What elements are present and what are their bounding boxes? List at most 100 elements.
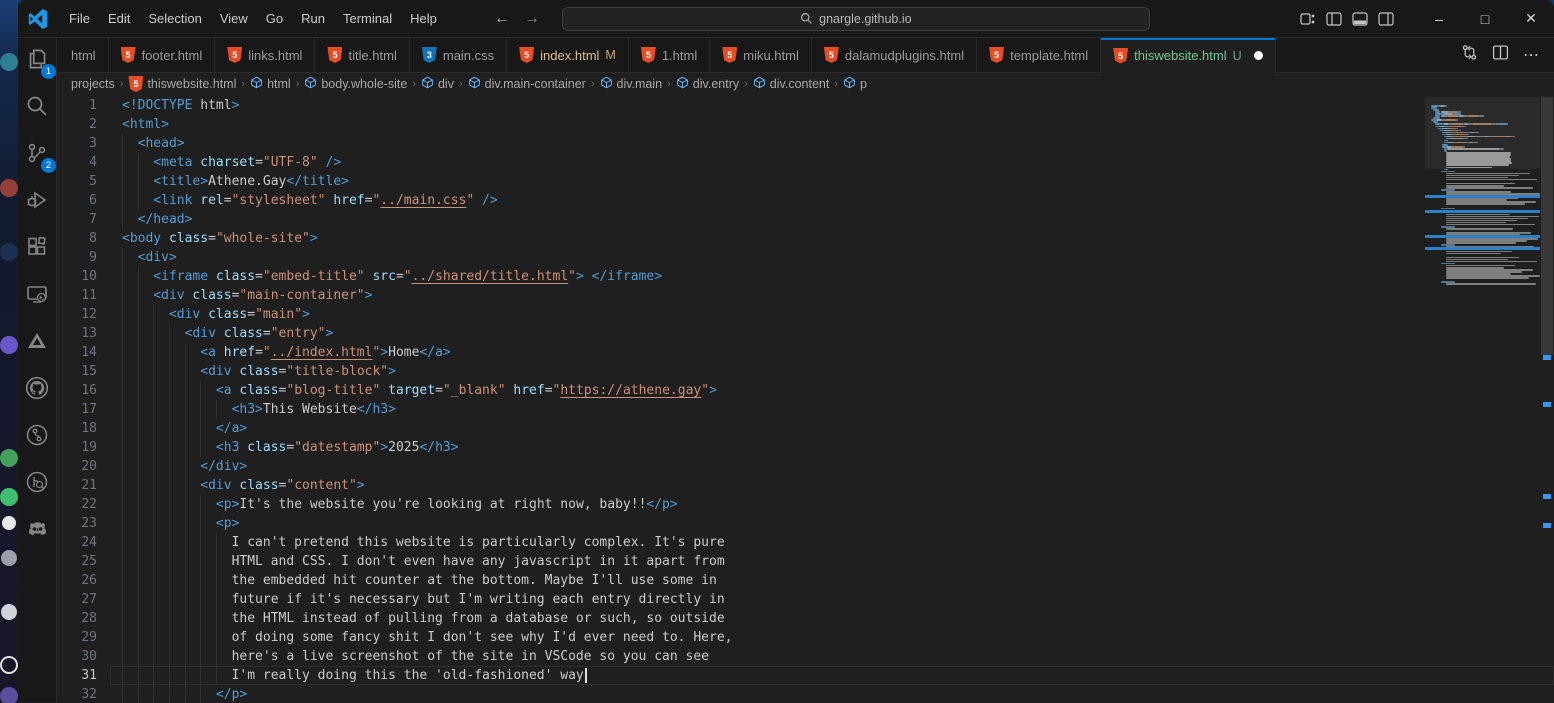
code-line[interactable]: 21<div class="content">	[57, 476, 1425, 495]
code-line[interactable]: 2<html>	[57, 115, 1425, 134]
indent-guide	[153, 590, 154, 609]
breadcrumb-item-body-whole-site[interactable]: body.whole-site	[304, 76, 407, 92]
menu-terminal[interactable]: Terminal	[334, 7, 401, 30]
activitybar-item-triangle-a-extension[interactable]	[22, 328, 52, 358]
line-content: </head>	[122, 210, 192, 229]
menu-help[interactable]: Help	[401, 7, 446, 30]
indent-guide	[200, 685, 201, 702]
code-line[interactable]: 29of doing some fancy shit I don't see w…	[57, 628, 1425, 647]
code-line[interactable]: 9<div>	[57, 248, 1425, 267]
open-changes-icon[interactable]	[1461, 44, 1478, 66]
activitybar-item-github[interactable]	[22, 375, 52, 405]
breadcrumb-item-html[interactable]: html	[250, 76, 291, 92]
code-line[interactable]: 1<!DOCTYPE html>	[57, 96, 1425, 115]
code-line[interactable]: 15<div class="title-block">	[57, 362, 1425, 381]
activitybar-item-git-graph-search[interactable]	[22, 469, 52, 499]
menu-selection[interactable]: Selection	[139, 7, 210, 30]
breadcrumb-item-div-entry[interactable]: div.entry	[676, 76, 739, 92]
command-center-search[interactable]: gnargle.github.io	[562, 7, 1150, 31]
code-line[interactable]: 25HTML and CSS. I don't even have any ja…	[57, 552, 1425, 571]
activitybar-item-gitlens[interactable]	[22, 422, 52, 452]
minimap-row	[1446, 203, 1525, 205]
code-line[interactable]: 19<h3 class="datestamp">2025</h3>	[57, 438, 1425, 457]
breadcrumb-item-thiswebsite-html[interactable]: 5thiswebsite.html	[128, 76, 236, 92]
code-line[interactable]: 16<a class="blog-title" target="_blank" …	[57, 381, 1425, 400]
tab-1-html[interactable]: 51.html	[629, 38, 710, 72]
code-line[interactable]: 31I'm really doing this the 'old-fashion…	[57, 666, 1425, 685]
breadcrumb-item-div-main[interactable]: div.main	[600, 76, 663, 92]
git-status-letter: M	[605, 48, 615, 62]
tab-index-html[interactable]: 5index.htmlM	[507, 38, 629, 72]
breadcrumb-item-projects[interactable]: projects	[71, 77, 115, 91]
tab-template-html[interactable]: 5template.html	[977, 38, 1101, 72]
activitybar-item-explorer[interactable]: 1	[22, 46, 52, 76]
code-line[interactable]: 4<meta charset="UTF-8" />	[57, 153, 1425, 172]
code-editor[interactable]: 1<!DOCTYPE html>2<html>3<head>4<meta cha…	[57, 95, 1554, 702]
tab-main-css[interactable]: 3main.css	[410, 38, 507, 72]
activitybar-item-run-debug[interactable]	[22, 187, 52, 217]
code-line[interactable]: 17<h3>This Website</h3>	[57, 400, 1425, 419]
code-line[interactable]: 20</div>	[57, 457, 1425, 476]
close-button[interactable]: ✕	[1508, 0, 1554, 37]
code-line[interactable]: 30here's a live screenshot of the site i…	[57, 647, 1425, 666]
code-line[interactable]: 8<body class="whole-site">	[57, 229, 1425, 248]
scrollbar-thumb[interactable]	[1541, 97, 1553, 355]
customize-layout-icon[interactable]	[1300, 11, 1316, 27]
token: class	[161, 231, 208, 246]
breadcrumb-item-p[interactable]: p	[843, 76, 867, 92]
toggle-primary-sidebar-icon[interactable]	[1326, 11, 1342, 27]
code-line[interactable]: 13<div class="entry">	[57, 324, 1425, 343]
minimap-row	[1441, 171, 1455, 173]
minimap[interactable]	[1425, 95, 1540, 702]
breadcrumb-item-div[interactable]: div	[421, 76, 454, 92]
indent-guide	[185, 419, 186, 438]
toggle-panel-icon[interactable]	[1352, 11, 1368, 27]
indent-guide	[138, 362, 139, 381]
code-line[interactable]: 3<head>	[57, 134, 1425, 153]
nav-forward-button[interactable]: →	[524, 10, 540, 28]
vertical-scrollbar[interactable]	[1540, 95, 1554, 702]
toggle-secondary-sidebar-icon[interactable]	[1378, 11, 1394, 27]
indent-guide	[153, 476, 154, 495]
menu-edit[interactable]: Edit	[99, 7, 139, 30]
nav-back-button[interactable]: ←	[494, 10, 510, 28]
code-line[interactable]: 14<a href="../index.html">Home</a>	[57, 343, 1425, 362]
code-line[interactable]: 7</head>	[57, 210, 1425, 229]
tab-miku-html[interactable]: 5miku.html	[710, 38, 812, 72]
breadcrumb-item-div-main-container[interactable]: div.main-container	[468, 76, 586, 92]
code-line[interactable]: 10<iframe class="embed-title" src="../sh…	[57, 267, 1425, 286]
split-editor-icon[interactable]	[1492, 44, 1509, 66]
indent-guide	[122, 533, 123, 552]
menu-go[interactable]: Go	[257, 7, 292, 30]
breadcrumb-item-div-content[interactable]: div.content	[753, 76, 830, 92]
tab-title-html[interactable]: 5title.html	[315, 38, 409, 72]
tab-dalamudplugins-html[interactable]: 5dalamudplugins.html	[812, 38, 977, 72]
code-line[interactable]: 26the embedded hit counter at the bottom…	[57, 571, 1425, 590]
menu-view[interactable]: View	[211, 7, 257, 30]
tab-links-html[interactable]: 5links.html	[215, 38, 315, 72]
code-line[interactable]: 24I can't pretend this website is partic…	[57, 533, 1425, 552]
code-line[interactable]: 11<div class="main-container">	[57, 286, 1425, 305]
tab-footer-html[interactable]: 5footer.html	[109, 38, 216, 72]
more-actions-icon[interactable]: ⋯	[1523, 45, 1540, 65]
menu-run[interactable]: Run	[292, 7, 334, 30]
activitybar-item-source-control[interactable]: 2	[22, 140, 52, 170]
code-line[interactable]: 22<p>It's the website you're looking at …	[57, 495, 1425, 514]
tab-thiswebsite-html[interactable]: 5thiswebsite.htmlU	[1101, 38, 1276, 73]
minimize-button[interactable]: –	[1416, 0, 1462, 37]
code-line[interactable]: 27future if it's necessary but I'm writi…	[57, 590, 1425, 609]
tab-html[interactable]: html	[57, 38, 109, 72]
menu-file[interactable]: File	[60, 7, 99, 30]
activitybar-item-remote-explorer[interactable]	[22, 281, 52, 311]
activitybar-item-godot-tools[interactable]	[22, 516, 52, 546]
code-line[interactable]: 5<title>Athene.Gay</title>	[57, 172, 1425, 191]
activitybar-item-search[interactable]	[22, 93, 52, 123]
code-line[interactable]: 23<p>	[57, 514, 1425, 533]
activitybar-item-extensions[interactable]	[22, 234, 52, 264]
code-line[interactable]: 18</a>	[57, 419, 1425, 438]
code-line[interactable]: 12<div class="main">	[57, 305, 1425, 324]
code-line[interactable]: 32</p>	[57, 685, 1425, 702]
code-line[interactable]: 6<link rel="stylesheet" href="../main.cs…	[57, 191, 1425, 210]
maximize-button[interactable]: □	[1462, 0, 1508, 37]
code-line[interactable]: 28the HTML instead of pulling from a dat…	[57, 609, 1425, 628]
